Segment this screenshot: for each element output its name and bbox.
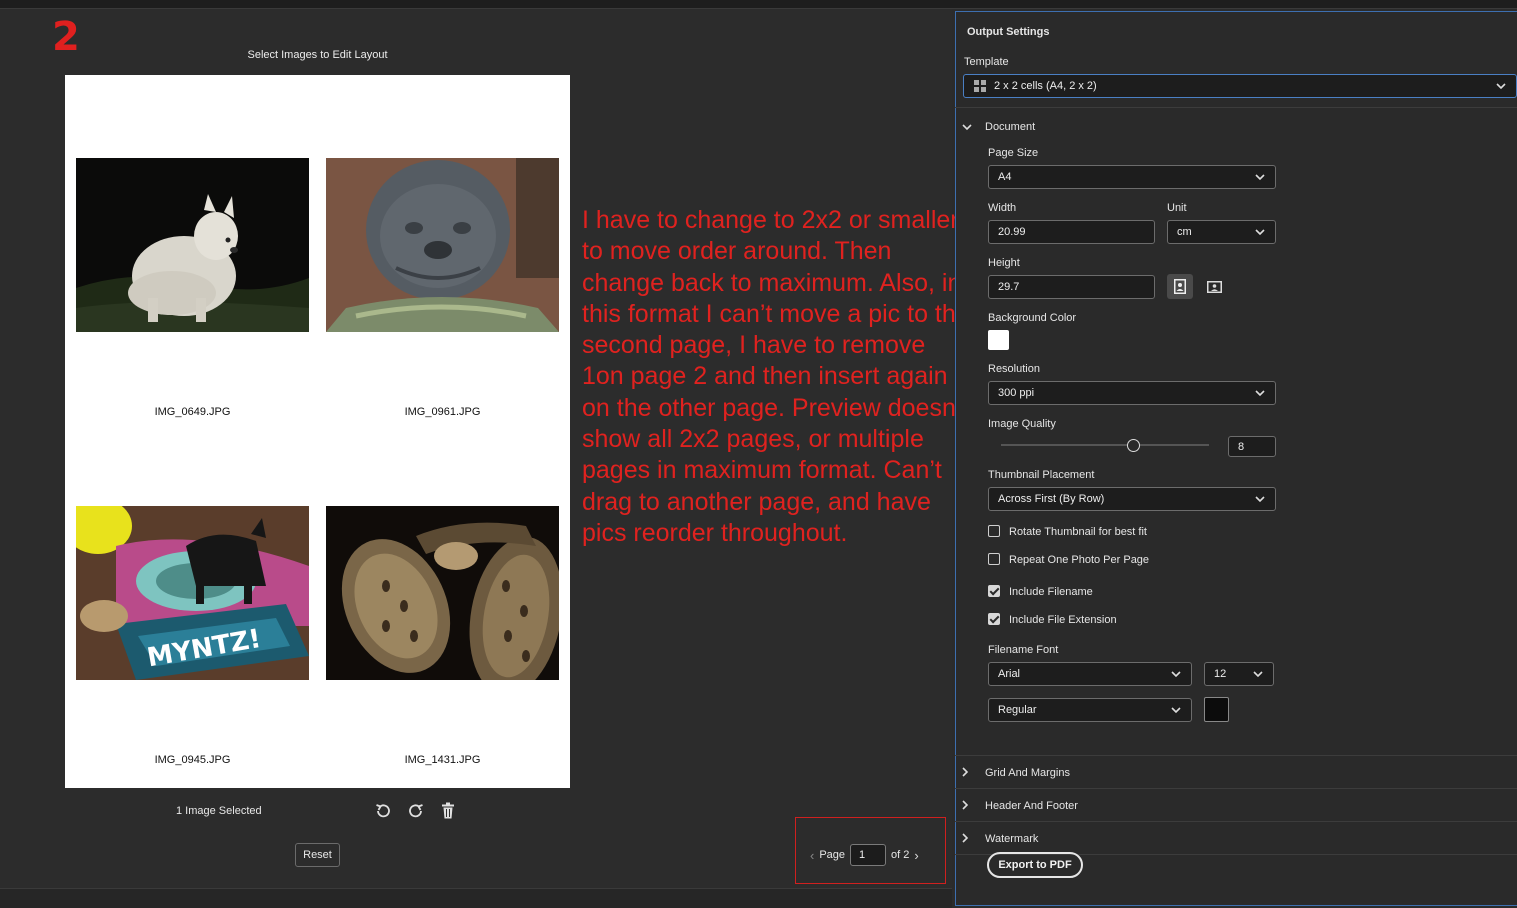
reset-button[interactable]: Reset <box>295 843 340 867</box>
unit-dropdown[interactable]: cm <box>1167 220 1276 244</box>
top-bar <box>0 0 1517 9</box>
preview-heading: Select Images to Edit Layout <box>247 49 388 61</box>
chevron-right-icon[interactable] <box>960 800 970 810</box>
chevron-down-icon <box>1496 83 1506 90</box>
unit-value: cm <box>1177 226 1192 238</box>
filename-label-3: IMG_0945.JPG <box>154 754 231 766</box>
document-section-header[interactable]: Document <box>985 121 1035 133</box>
include-filename-label: Include Filename <box>1009 586 1093 598</box>
chevron-right-icon[interactable] <box>960 767 970 777</box>
resolution-dropdown[interactable]: 300 ppi <box>988 381 1276 405</box>
image-quality-input[interactable] <box>1228 436 1276 457</box>
chevron-down-icon <box>1255 174 1265 181</box>
landscape-orientation-button[interactable] <box>1203 274 1225 299</box>
font-size-value: 12 <box>1214 668 1227 680</box>
chevron-right-icon[interactable] <box>960 833 970 843</box>
header-footer-section-header[interactable]: Header And Footer <box>985 800 1078 812</box>
thumbnail-placement-value: Across First (By Row) <box>998 493 1105 505</box>
landscape-icon <box>1206 280 1222 293</box>
page-size-value: A4 <box>998 171 1012 183</box>
chevron-down-icon[interactable] <box>962 122 972 132</box>
filename-label-1: IMG_0649.JPG <box>154 406 231 418</box>
include-filename-checkbox[interactable] <box>988 585 1000 597</box>
prev-page-icon[interactable]: ‹ <box>810 848 814 863</box>
font-size-dropdown[interactable]: 12 <box>1204 662 1274 686</box>
resolution-value: 300 ppi <box>998 387 1035 399</box>
divider <box>955 107 1517 108</box>
chevron-down-icon <box>1171 707 1181 714</box>
chevron-down-icon <box>1171 671 1181 678</box>
export-to-pdf-button[interactable]: Export to PDF <box>987 852 1083 878</box>
panel-title: Output Settings <box>967 26 1050 38</box>
page-navigator: ‹ Page of 2 › <box>810 843 919 867</box>
font-style-dropdown[interactable]: Regular <box>988 698 1192 722</box>
filename-label-2: IMG_0961.JPG <box>404 406 481 418</box>
next-page-icon[interactable]: › <box>914 848 918 863</box>
font-family-dropdown[interactable]: Arial <box>988 662 1192 686</box>
image-quality-slider-handle[interactable] <box>1127 439 1140 452</box>
font-style-value: Regular <box>998 704 1037 716</box>
thumbnail-placement-label: Thumbnail Placement <box>988 469 1095 481</box>
width-input[interactable] <box>988 220 1155 244</box>
height-label: Height <box>988 257 1020 269</box>
font-family-value: Arial <box>998 668 1021 680</box>
page-label: Page <box>819 849 846 861</box>
selection-count: 1 Image Selected <box>176 805 262 817</box>
photo-thumbnail-4[interactable] <box>326 506 559 680</box>
chevron-down-icon <box>1253 671 1263 678</box>
height-input[interactable] <box>988 275 1155 299</box>
grid-margins-section-header[interactable]: Grid And Margins <box>985 767 1070 779</box>
page-number-input[interactable] <box>850 844 887 866</box>
cones-photo-image <box>326 506 559 680</box>
red-annotation-note: I have to change to 2x2 or smaller to mo… <box>582 206 970 547</box>
divider <box>955 755 1517 756</box>
dog-photo-image <box>76 158 309 332</box>
thumbnail-placement-dropdown[interactable]: Across First (By Row) <box>988 487 1276 511</box>
image-quality-slider-track[interactable] <box>1001 444 1209 446</box>
unit-label: Unit <box>1167 202 1187 214</box>
template-label: Template <box>964 56 1009 68</box>
statue-photo-image <box>326 158 559 332</box>
bottom-bar <box>0 888 952 908</box>
width-label: Width <box>988 202 1017 214</box>
rotate-right-icon[interactable] <box>405 800 427 822</box>
rotate-thumbnail-label: Rotate Thumbnail for best fit <box>1009 526 1147 538</box>
font-color-swatch[interactable] <box>1204 697 1229 722</box>
page-preview: IMG_0649.JPG IMG_0961.JPG MYNTZ! IMG_094… <box>65 75 570 788</box>
chevron-down-icon <box>1255 496 1265 503</box>
template-dropdown[interactable]: 2 x 2 cells (A4, 2 x 2) <box>963 74 1517 98</box>
watermark-section-header[interactable]: Watermark <box>985 833 1038 845</box>
resolution-label: Resolution <box>988 363 1040 375</box>
repeat-photo-checkbox[interactable] <box>988 553 1000 565</box>
image-quality-label: Image Quality <box>988 418 1056 430</box>
filename-font-label: Filename Font <box>988 644 1059 656</box>
include-extension-label: Include File Extension <box>1009 614 1117 626</box>
filename-label-4: IMG_1431.JPG <box>404 754 481 766</box>
page-size-label: Page Size <box>988 147 1039 159</box>
trash-icon[interactable] <box>437 800 459 822</box>
divider <box>955 821 1517 822</box>
chevron-down-icon <box>1255 229 1265 236</box>
mints-photo-image: MYNTZ! <box>76 506 309 680</box>
page-total-label: of 2 <box>891 849 910 861</box>
include-extension-checkbox[interactable] <box>988 613 1000 625</box>
photo-thumbnail-3[interactable]: MYNTZ! <box>76 506 309 680</box>
divider <box>955 788 1517 789</box>
background-color-label: Background Color <box>988 312 1077 324</box>
chevron-down-icon <box>1255 390 1265 397</box>
page-size-dropdown[interactable]: A4 <box>988 165 1276 189</box>
background-color-swatch[interactable] <box>988 330 1009 350</box>
portrait-orientation-button[interactable] <box>1167 274 1193 299</box>
portrait-icon <box>1174 279 1186 294</box>
template-value: 2 x 2 cells (A4, 2 x 2) <box>994 80 1097 92</box>
grid-template-icon <box>974 80 986 95</box>
photo-thumbnail-1[interactable] <box>76 158 309 332</box>
repeat-photo-label: Repeat One Photo Per Page <box>1009 554 1150 566</box>
rotate-thumbnail-checkbox[interactable] <box>988 525 1000 537</box>
photo-thumbnail-2[interactable] <box>326 158 559 332</box>
rotate-left-icon[interactable] <box>372 800 394 822</box>
